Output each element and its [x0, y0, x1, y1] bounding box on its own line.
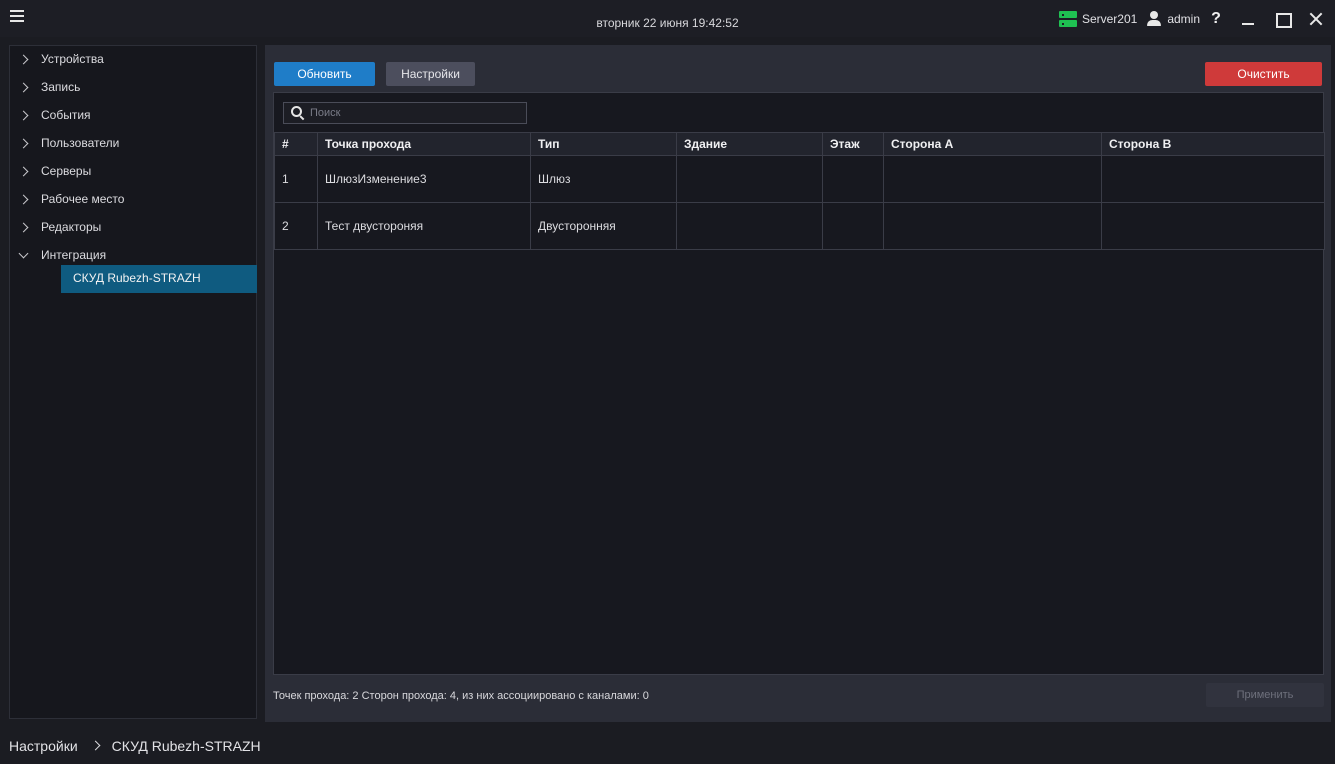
breadcrumb: Настройки СКУД Rubezh-STRAZH	[0, 728, 1335, 754]
tree-item-devices[interactable]: Устройства	[10, 46, 256, 74]
clear-button[interactable]: Очистить	[1205, 62, 1322, 86]
tree-item-editors[interactable]: Редакторы	[10, 214, 256, 242]
cell-side-b	[1101, 202, 1325, 250]
breadcrumb-root[interactable]: Настройки	[9, 738, 78, 754]
tree-item-workplace[interactable]: Рабочее место	[10, 186, 256, 214]
access-points-table: # Точка прохода Тип Здание Этаж Сторона …	[274, 132, 1325, 250]
user-icon	[1146, 11, 1162, 27]
cell-side-a	[883, 155, 1102, 203]
column-header-building[interactable]: Здание	[676, 132, 823, 156]
help-icon[interactable]: ?	[1209, 10, 1223, 28]
tree-item-label: События	[41, 108, 91, 122]
tree-item-label: Устройства	[41, 52, 104, 66]
cell-type: Шлюз	[530, 155, 677, 203]
cell-building	[676, 155, 823, 203]
cell-number: 2	[274, 202, 318, 250]
table-header-row: # Точка прохода Тип Здание Этаж Сторона …	[274, 132, 1325, 156]
column-header-floor[interactable]: Этаж	[822, 132, 884, 156]
title-bar: вторник 22 июня 19:42:52 Server201 admin…	[0, 0, 1335, 37]
server-icon	[1058, 11, 1077, 27]
maximize-icon[interactable]	[1273, 10, 1292, 28]
tree-item-label: Запись	[41, 80, 81, 94]
apply-button[interactable]: Применить	[1206, 683, 1324, 707]
tree-item-events[interactable]: События	[10, 102, 256, 130]
user-name[interactable]: admin	[1167, 12, 1200, 26]
column-header-number[interactable]: #	[274, 132, 318, 156]
column-header-type[interactable]: Тип	[530, 132, 677, 156]
cell-number: 1	[274, 155, 318, 203]
cell-floor	[822, 155, 884, 203]
cell-side-b	[1101, 155, 1325, 203]
titlebar-status: Server201 admin ?	[1058, 9, 1335, 29]
cell-type: Двусторонняя	[530, 202, 677, 250]
column-header-side-a[interactable]: Сторона А	[883, 132, 1102, 156]
column-header-access-point[interactable]: Точка прохода	[317, 132, 531, 156]
cell-floor	[822, 202, 884, 250]
refresh-button[interactable]: Обновить	[274, 62, 375, 86]
tree-item-recording[interactable]: Запись	[10, 74, 256, 102]
cell-access-point: ШлюзИзменение3	[317, 155, 531, 203]
search-icon	[291, 106, 305, 120]
status-summary: Точек прохода: 2 Сторон прохода: 4, из н…	[273, 690, 649, 702]
table-row[interactable]: 1 ШлюзИзменение3 Шлюз	[274, 155, 1325, 203]
tree-item-label: Серверы	[41, 164, 92, 178]
table-row[interactable]: 2 Тест двустороняя Двусторонняя	[274, 202, 1325, 250]
access-points-panel: # Точка прохода Тип Здание Этаж Сторона …	[273, 92, 1325, 675]
cell-access-point: Тест двустороняя	[317, 202, 531, 250]
tree-item-label: Пользователи	[41, 136, 120, 150]
close-icon[interactable]	[1307, 10, 1325, 28]
tree-item-users[interactable]: Пользователи	[10, 130, 256, 158]
column-header-side-b[interactable]: Сторона В	[1101, 132, 1325, 156]
content-area: Обновить Настройки Очистить # Точка прох…	[265, 45, 1331, 722]
tree-item-label: Рабочее место	[41, 192, 125, 206]
search-box[interactable]	[283, 102, 527, 124]
chevron-right-icon	[92, 741, 102, 751]
tree-item-servers[interactable]: Серверы	[10, 158, 256, 186]
cell-side-a	[883, 202, 1102, 250]
tree-item-label: Редакторы	[41, 220, 102, 234]
cell-building	[676, 202, 823, 250]
tree-item-skud-rubezh-strazh[interactable]: СКУД Rubezh-STRAZH	[61, 265, 257, 293]
minimize-icon[interactable]	[1239, 10, 1257, 28]
search-input[interactable]	[310, 103, 522, 123]
settings-button[interactable]: Настройки	[386, 62, 475, 86]
breadcrumb-current: СКУД Rubezh-STRAZH	[111, 738, 261, 754]
settings-tree: Устройства Запись События Пользователи С…	[9, 45, 257, 719]
hamburger-menu-icon[interactable]	[9, 8, 27, 26]
server-name[interactable]: Server201	[1082, 12, 1137, 26]
